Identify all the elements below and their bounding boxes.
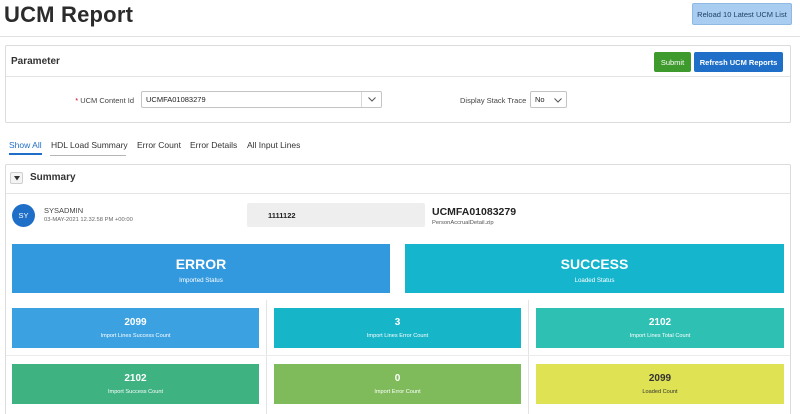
tile-label: Import Success Count xyxy=(107,389,164,395)
import-error-count-tile: 0 Import Error Count xyxy=(274,364,521,404)
loaded-status-card: SUCCESS Loaded Status xyxy=(405,244,784,293)
imported-status-card: ERROR Imported Status xyxy=(12,244,390,293)
display-stack-trace-value: No xyxy=(535,95,545,104)
display-stack-trace-select[interactable]: No xyxy=(530,91,567,108)
page-title: UCM Report xyxy=(4,2,134,27)
loaded-count-tile: 2099 Loaded Count xyxy=(536,364,784,404)
tile-row-divider xyxy=(6,355,790,356)
tile-value: 2102 xyxy=(648,317,672,328)
parameter-divider xyxy=(6,76,790,77)
loaded-status-value: SUCCESS xyxy=(560,256,629,272)
tab-all-input-lines[interactable]: All Input Lines xyxy=(247,140,300,150)
import-lines-success-count-tile: 2099 Import Lines Success Count xyxy=(12,308,259,348)
ucm-content-id-value: UCMFA01083279 xyxy=(146,95,206,104)
tab-error-count[interactable]: Error Count xyxy=(137,140,181,150)
header-divider xyxy=(0,36,800,37)
display-stack-trace-label: Display Stack Trace xyxy=(460,96,527,105)
user-timestamp: 03-MAY-2021 12.32.58 PM +00:00 xyxy=(44,217,133,223)
parameter-title: Parameter xyxy=(11,56,60,67)
tile-label: Import Lines Total Count xyxy=(629,333,691,339)
tile-label: Import Lines Error Count xyxy=(366,333,429,339)
tab-error-details[interactable]: Error Details xyxy=(190,140,237,150)
content-id: UCMFA01083279 xyxy=(432,206,517,218)
ucm-content-id-select[interactable]: UCMFA01083279 xyxy=(141,91,382,108)
submit-button[interactable]: Submit xyxy=(654,52,691,72)
ucm-content-id-label-text: UCM Content Id xyxy=(80,96,134,105)
tab-hdl-load-summary[interactable]: HDL Load Summary xyxy=(51,140,128,150)
imported-status-label: Imported Status xyxy=(179,277,223,284)
summary-title: Summary xyxy=(30,172,76,183)
summary-divider xyxy=(6,193,790,194)
tile-value: 2099 xyxy=(648,373,672,384)
tile-value: 2099 xyxy=(124,317,147,328)
tab-hover-indicator xyxy=(50,155,126,156)
tile-value: 0 xyxy=(394,373,401,384)
ucm-content-id-label: * UCM Content Id xyxy=(40,96,134,105)
tile-value: 3 xyxy=(394,317,401,328)
content-file-name: PersonAccrualDetail.zip xyxy=(432,220,494,226)
active-tab-indicator xyxy=(9,153,42,155)
ucm-dropdown-toggle[interactable] xyxy=(361,92,381,107)
reload-ucm-list-button[interactable]: Reload 10 Latest UCM List xyxy=(692,3,792,25)
tile-label: Loaded Count xyxy=(642,389,678,395)
user-name: SYSADMIN xyxy=(44,206,84,215)
chevron-down-icon xyxy=(368,97,376,102)
tile-column-divider xyxy=(528,300,529,414)
tab-show-all[interactable]: Show All xyxy=(9,140,42,150)
import-lines-total-count-tile: 2102 Import Lines Total Count xyxy=(536,308,784,348)
summary-collapse-button[interactable] xyxy=(10,172,23,184)
request-id-value: 1111122 xyxy=(268,211,296,220)
tile-value: 2102 xyxy=(124,373,147,384)
tile-label: Import Error Count xyxy=(374,389,421,395)
loaded-status-label: Loaded Status xyxy=(574,277,615,284)
avatar: SY xyxy=(12,204,35,227)
import-success-count-tile: 2102 Import Success Count xyxy=(12,364,259,404)
required-asterisk: * xyxy=(75,96,79,105)
import-lines-error-count-tile: 3 Import Lines Error Count xyxy=(274,308,521,348)
triangle-down-icon xyxy=(14,176,20,181)
chevron-down-icon xyxy=(554,98,562,103)
request-id-box: 1111122 xyxy=(247,203,425,227)
tile-column-divider xyxy=(266,300,267,414)
refresh-ucm-reports-button[interactable]: Refresh UCM Reports xyxy=(694,52,783,72)
tile-label: Import Lines Success Count xyxy=(100,333,171,339)
imported-status-value: ERROR xyxy=(175,256,227,272)
